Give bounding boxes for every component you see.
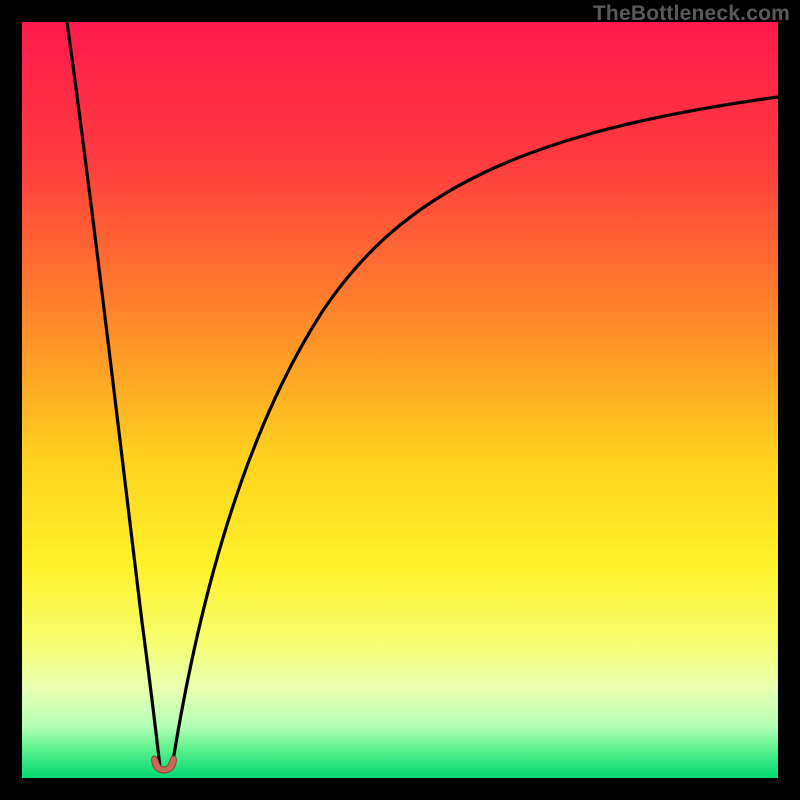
curve-right-branch [172,97,778,767]
plot-area [22,22,778,778]
chart-frame: TheBottleneck.com [0,0,800,800]
curve-left-branch [67,22,160,767]
minimum-marker-icon [149,754,179,776]
bottleneck-curves [22,22,778,778]
